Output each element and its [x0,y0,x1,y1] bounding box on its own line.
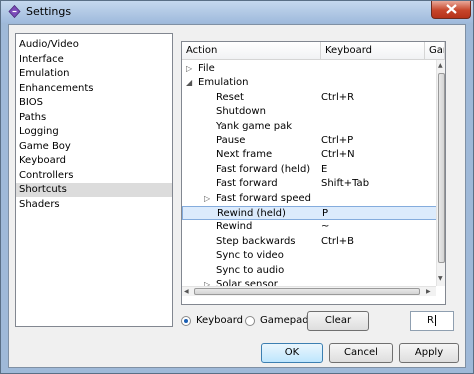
tree-row[interactable]: ▷ File [182,62,438,76]
collapsed-arrow-icon[interactable]: ▷ [204,192,210,206]
action-label: Reset [216,91,244,103]
close-icon [446,4,457,14]
clear-button[interactable]: Clear [307,311,369,331]
keyboard-binding: E [321,163,328,175]
app-icon [8,5,21,18]
tree-row[interactable]: Shutdown [182,105,438,119]
keyboard-binding: Ctrl+B [321,235,355,247]
window-title: Settings [26,5,72,18]
ok-button[interactable]: OK [261,343,323,363]
keyboard-binding: Ctrl+P [321,135,354,146]
vertical-scrollbar[interactable]: ▲ ▼ [436,60,445,286]
tree-row[interactable]: Rewind ~ [182,220,438,234]
tree-row[interactable]: Rewind (held) P [182,206,438,220]
keyboard-binding: ~ [321,221,330,233]
tree-row[interactable]: Pause Ctrl+P [182,134,438,148]
tree-row[interactable]: Sync to audio [182,264,438,278]
action-label: Fast forward [216,178,278,190]
settings-window: Settings Audio/Video Interface Emulation En… [0,0,474,374]
sidebar-item-paths[interactable]: Paths [16,111,172,125]
action-label: Sync to audio [216,264,285,276]
radio-selected-dot [184,319,188,323]
gamepad-radio[interactable] [245,316,255,326]
scroll-down-icon[interactable]: ▼ [438,275,443,282]
text-caret [434,314,436,326]
action-label: File [198,63,215,74]
action-label: Fast forward (held) [216,163,311,175]
sidebar-item-bios[interactable]: BIOS [16,96,172,110]
key-capture-input[interactable]: R [410,311,454,331]
scroll-right-icon[interactable]: ▶ [426,288,431,295]
expanded-arrow-icon[interactable]: ◢ [186,76,192,90]
tree-row[interactable]: ◢ Emulation [182,76,438,90]
keyboard-binding: P [322,208,329,219]
tree-row[interactable]: Next frame Ctrl+N [182,148,438,162]
vertical-scroll-thumb[interactable] [438,73,445,263]
tree-row[interactable]: Fast forward (held) E [182,163,438,177]
sidebar-item-shortcuts[interactable]: Shortcuts [16,183,172,197]
keyboard-binding: Ctrl+R [321,91,355,103]
sidebar-item-controllers[interactable]: Controllers [16,169,172,183]
keyboard-radio-label[interactable]: Keyboard [196,315,243,326]
action-label: Fast forward speed [216,192,311,204]
key-capture-value: R [427,315,434,326]
gamepad-radio-label[interactable]: Gamepad [260,315,309,326]
action-label: Rewind (held) [217,208,286,219]
sidebar-item-interface[interactable]: Interface [16,53,172,67]
scroll-left-icon[interactable]: ◀ [184,288,189,295]
close-button[interactable] [431,1,471,19]
tree-row[interactable]: Step backwards Ctrl+B [182,235,438,249]
cancel-button[interactable]: Cancel [329,343,393,363]
action-label: Pause [216,135,246,146]
collapsed-arrow-icon[interactable]: ▷ [186,62,192,76]
action-label: Yank game pak [216,120,292,132]
sidebar-item-logging[interactable]: Logging [16,125,172,139]
action-label: Next frame [216,149,273,161]
apply-button[interactable]: Apply [399,343,459,363]
tree-row[interactable]: Reset Ctrl+R [182,91,438,105]
action-label: Step backwards [216,235,296,247]
scroll-up-icon[interactable]: ▲ [438,62,443,69]
tree-row[interactable]: Fast forward Shift+Tab [182,177,438,191]
action-label: Shutdown [216,106,266,118]
keyboard-binding: Shift+Tab [321,178,370,190]
sidebar-item-keyboard[interactable]: Keyboard [16,154,172,168]
keyboard-binding: Ctrl+N [321,149,355,161]
tree-row[interactable]: Yank game pak [182,120,438,134]
keyboard-radio[interactable] [181,316,191,326]
horizontal-scrollbar[interactable]: ◀ ▶ [182,286,436,296]
sidebar-item-shaders[interactable]: Shaders [16,198,172,212]
sidebar-item-enhancements[interactable]: Enhancements [16,82,172,96]
sidebar-item-game-boy[interactable]: Game Boy [16,140,172,154]
horizontal-scroll-thumb[interactable] [194,288,420,295]
category-list[interactable]: Audio/Video Interface Emulation Enhancement… [15,33,173,327]
column-header-action[interactable]: Action [182,42,321,60]
column-header-keyboard[interactable]: Keyboard [321,42,425,60]
action-label: Sync to video [216,250,284,262]
action-label: Rewind [216,221,253,233]
tree-row[interactable]: ▷ Fast forward speed [182,192,438,206]
sidebar-item-audio-video[interactable]: Audio/Video [16,38,172,52]
tree-row[interactable]: Sync to video [182,249,438,263]
sidebar-item-emulation[interactable]: Emulation [16,67,172,81]
shortcut-tree[interactable]: Action Keyboard Gamepad ▷ File ◢ Emulation R… [181,41,446,305]
column-header-gamepad[interactable]: Gamepad [425,42,445,60]
action-label: Emulation [198,77,249,89]
dialog-body: Audio/Video Interface Emulation Enhancement… [8,24,466,368]
title-bar[interactable]: Settings [1,1,473,23]
